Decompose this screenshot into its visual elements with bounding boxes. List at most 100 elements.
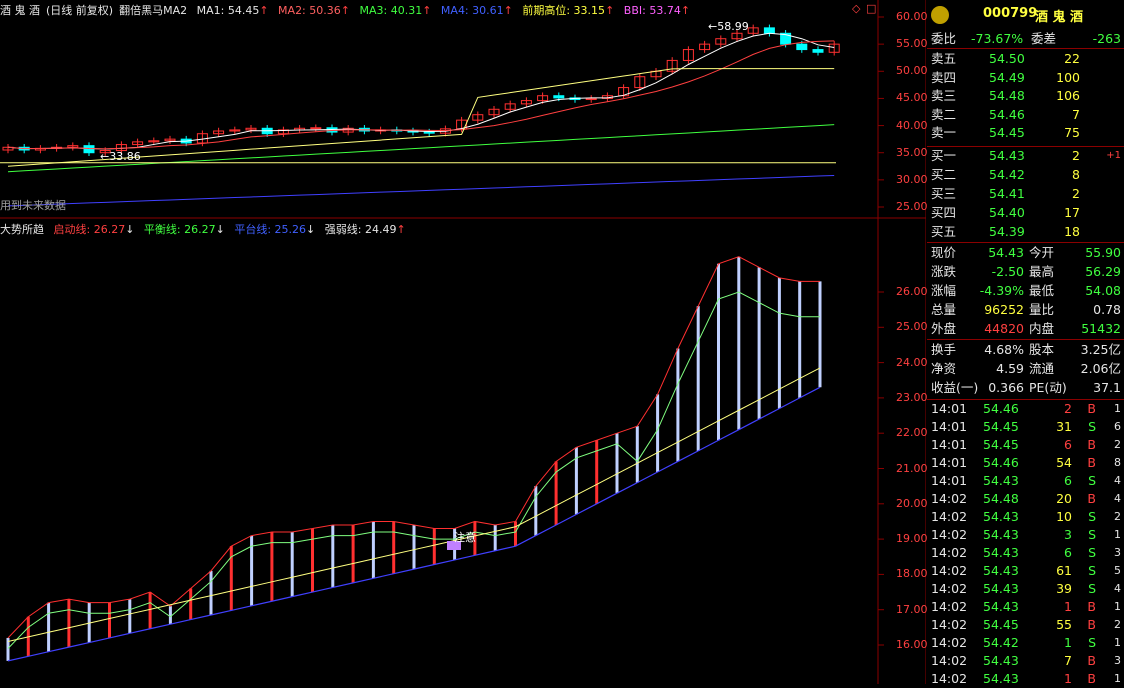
tick-time: 14:02 (931, 617, 968, 632)
tick-count: 3 (1114, 546, 1121, 559)
tick-price: 54.43 (983, 509, 1019, 524)
tick-row[interactable]: 14:02 54.48 20 B 4 (927, 490, 1124, 508)
tick-row[interactable]: 14:02 54.43 39 S 4 (927, 580, 1124, 598)
platform-line-arrow: ↓ (306, 223, 316, 236)
tick-side: S (1088, 563, 1096, 578)
bid-price: 54.39 (989, 224, 1025, 239)
sub-tick-label: 25.00 (896, 320, 928, 334)
tick-price: 54.43 (983, 599, 1019, 614)
bid-label: 买四 (931, 205, 957, 220)
stat2-row: 收益(一) 0.366 PE(动) 37.1 (927, 379, 1124, 397)
formula-name[interactable]: 翻倍黑马MA2 (119, 4, 187, 17)
tick-price: 54.45 (983, 437, 1019, 452)
sub-tick-label: 17.00 (896, 602, 928, 616)
ask-row: 卖二 54.46 7 (927, 106, 1124, 124)
tick-volume: 39 (1056, 581, 1072, 596)
ask-volume: 22 (1064, 51, 1080, 66)
ask-row: 卖三 54.48 106 (927, 87, 1124, 105)
stat-value: 44820 (984, 321, 1024, 336)
tick-row[interactable]: 14:02 54.43 1 B 1 (927, 598, 1124, 616)
tick-time: 14:02 (931, 635, 968, 650)
sub-tick-label: 20.00 (896, 496, 928, 510)
tick-row[interactable]: 14:02 54.43 7 B 3 (927, 652, 1124, 670)
ask-row: 卖四 54.49 100 (927, 69, 1124, 87)
tick-row[interactable]: 14:01 54.46 2 B 1 (927, 400, 1124, 418)
price-tick-label: 45.00 (896, 91, 928, 105)
tick-price: 54.43 (983, 545, 1019, 560)
tick-price: 54.48 (983, 491, 1019, 506)
tick-count: 5 (1114, 564, 1121, 577)
tick-volume: 55 (1056, 617, 1072, 632)
tick-row[interactable]: 14:02 54.43 6 S 3 (927, 544, 1124, 562)
tick-row[interactable]: 14:01 54.45 31 S 6 (927, 418, 1124, 436)
sub-indicator-name[interactable]: 大势所趋 (0, 223, 44, 236)
tick-count: 1 (1114, 402, 1121, 415)
bid-row: 买五 54.39 18 (927, 223, 1124, 241)
price-tick-label: 35.00 (896, 145, 928, 159)
future-data-note: 用到未来数据 (0, 199, 66, 212)
bbi-value: BBI: 53.74 (623, 4, 681, 17)
tick-row[interactable]: 14:01 54.45 6 B 2 (927, 436, 1124, 454)
stat-value: 37.1 (1093, 380, 1121, 395)
stat-label: 量比 (1029, 302, 1055, 317)
tick-count: 6 (1114, 420, 1121, 433)
start-line-arrow: ↓ (125, 223, 135, 236)
period-label: (日线 前复权) (46, 4, 114, 17)
ma4-arrow: ↑ (503, 4, 513, 17)
stat-value: 0.366 (988, 380, 1024, 395)
tick-row[interactable]: 14:02 54.43 1 B 1 (927, 670, 1124, 688)
kline-chart[interactable] (0, 0, 926, 684)
tick-row[interactable]: 14:02 54.43 10 S 2 (927, 508, 1124, 526)
tick-row[interactable]: 14:01 54.46 54 B 8 (927, 454, 1124, 472)
tick-side: B (1087, 455, 1096, 470)
tick-row[interactable]: 14:01 54.43 6 S 4 (927, 472, 1124, 490)
tick-side: B (1087, 401, 1096, 416)
tick-row[interactable]: 14:02 54.43 3 S 1 (927, 526, 1124, 544)
stat-value: 3.25亿 (1080, 342, 1121, 357)
attention-label: 注意 (454, 531, 476, 544)
tick-row[interactable]: 14:02 54.45 55 B 2 (927, 616, 1124, 634)
ask-label: 卖一 (931, 125, 957, 140)
stat-label: 总量 (931, 302, 957, 317)
ask-price: 54.46 (989, 106, 1025, 122)
stat-row: 总量 96252 量比 0.78 (927, 301, 1124, 319)
tick-row[interactable]: 14:02 54.43 61 S 5 (927, 562, 1124, 580)
ma2-line (7, 40, 835, 150)
tick-price: 54.45 (983, 617, 1019, 632)
price-tick-label: 25.00 (896, 200, 928, 213)
stat-label: 涨幅 (931, 283, 957, 298)
tick-volume: 2 (1064, 401, 1072, 416)
tick-price: 54.46 (983, 401, 1019, 416)
ask-volume: 106 (1056, 88, 1080, 103)
tick-row[interactable]: 14:02 54.42 1 S 1 (927, 634, 1124, 652)
sub-indicator-bar: 大势所趋 启动线: 26.27↓ 平衡线: 26.27↓ 平台线: 25.26↓… (0, 222, 412, 238)
logo-icon (931, 6, 949, 24)
tick-count: 2 (1114, 438, 1121, 451)
ask-volume: 100 (1056, 69, 1080, 85)
tick-side: S (1088, 581, 1096, 596)
candle-body (83, 145, 95, 154)
sub-tick-label: 24.00 (896, 355, 928, 369)
diamond-icon[interactable]: ◇ (852, 2, 860, 15)
tick-volume: 54 (1056, 455, 1072, 470)
stat-label: 涨跌 (931, 264, 957, 279)
sub-tick-label: 19.00 (896, 532, 928, 546)
square-icon[interactable]: □ (866, 2, 876, 15)
price-tick-label: 55.00 (896, 37, 928, 51)
stat-label: 现价 (931, 245, 957, 260)
bid-row: 买四 54.40 17 (927, 204, 1124, 222)
tick-side: B (1087, 491, 1096, 506)
candle-body (553, 95, 565, 99)
tick-volume: 7 (1064, 653, 1072, 668)
stat-row: 现价 54.43 今开 55.90 (927, 244, 1124, 262)
tick-time: 14:02 (931, 545, 968, 560)
tick-side: S (1088, 545, 1096, 560)
chart-area[interactable]: 酒 鬼 酒 (日线 前复权) 翻倍黑马MA2 MA1: 54.45↑ MA2: 50… (0, 0, 928, 684)
bid-row: 买三 54.41 2 (927, 185, 1124, 203)
tick-volume: 1 (1064, 635, 1072, 650)
tick-price: 54.45 (983, 419, 1019, 434)
tick-volume: 6 (1064, 545, 1072, 560)
stat-value: 4.68% (984, 342, 1024, 357)
tick-side: B (1087, 617, 1096, 632)
tick-side: S (1088, 473, 1096, 488)
